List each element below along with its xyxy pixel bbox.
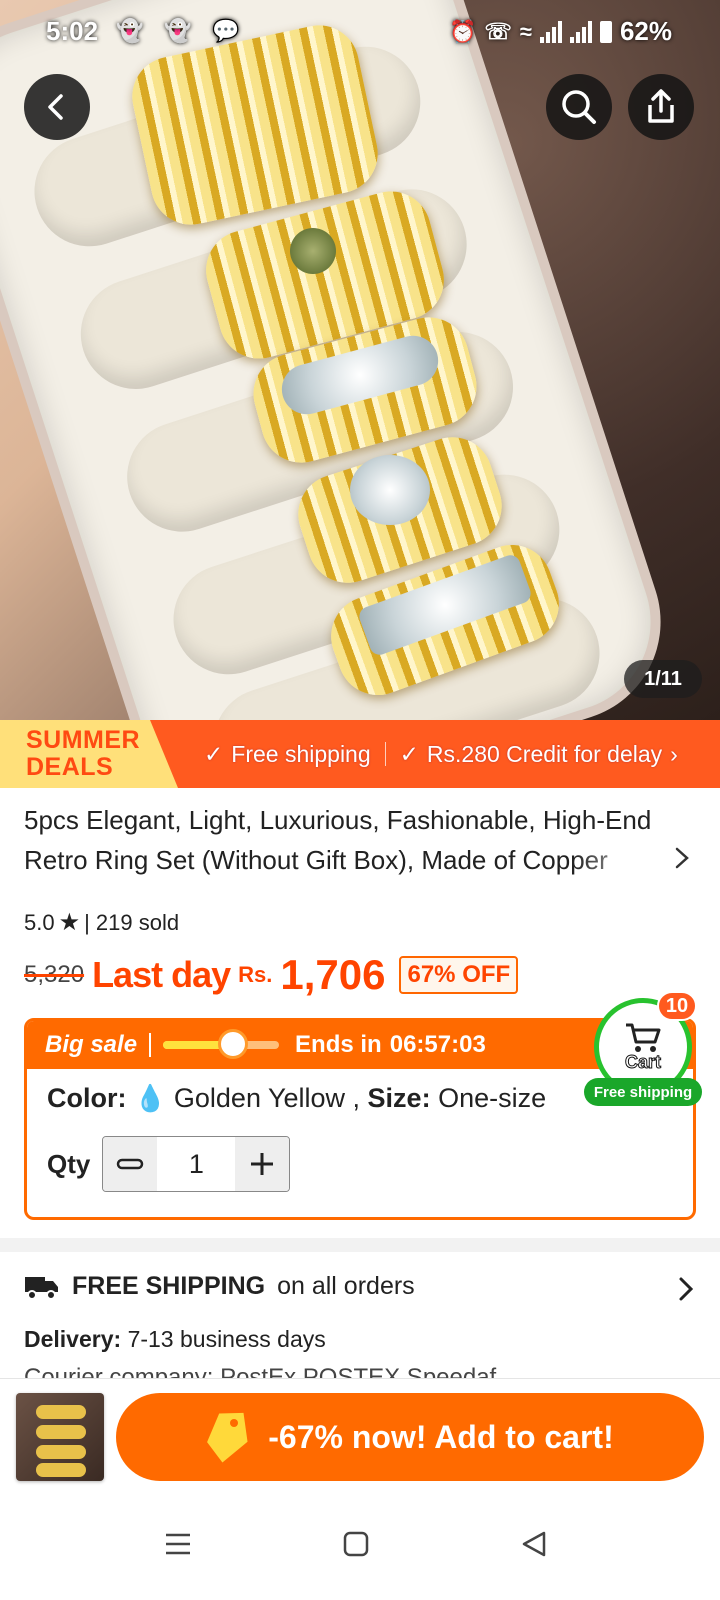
delivery-value: 7-13 business days: [127, 1326, 326, 1352]
increase-button[interactable]: [235, 1137, 290, 1191]
status-icons: ⏰ ☏ ≈ 62%: [449, 16, 672, 47]
promo-divider: [384, 742, 386, 766]
free-shipping-promo: ✓ Free shipping: [204, 741, 371, 768]
menu-icon[interactable]: [164, 1530, 192, 1558]
cart-label: Cart: [624, 1051, 661, 1072]
credit-text: Rs.280 Credit for delay: [426, 740, 663, 767]
plus-icon: [251, 1153, 274, 1175]
sale-progress-bar: [163, 1029, 280, 1059]
product-title[interactable]: 5pcs Elegant, Light, Luxurious, Fashiona…: [24, 800, 664, 880]
original-price: 5,320: [24, 961, 85, 988]
add-to-cart-label: -67% now! Add to cart!: [268, 1418, 614, 1455]
variant-row[interactable]: Color: 💧 Golden Yellow , Size: One-size: [47, 1083, 673, 1114]
truck-icon: [25, 1276, 58, 1300]
quantity-stepper[interactable]: 1: [102, 1136, 291, 1192]
currency: Rs.: [238, 962, 273, 987]
free-shipping-text: Free shipping: [231, 740, 371, 767]
ring-stone: [290, 228, 336, 274]
search-button[interactable]: [546, 74, 612, 140]
countdown: 06:57:03: [389, 1031, 486, 1058]
free-shipping-badge: Free shipping: [584, 1078, 702, 1106]
decrease-button[interactable]: [103, 1137, 158, 1191]
delivery-label: Delivery:: [24, 1326, 122, 1352]
chevron-right-icon[interactable]: [672, 846, 692, 870]
product-image[interactable]: [0, 0, 720, 720]
price-label: Last day: [92, 954, 231, 995]
bottom-action-bar: -67% now! Add to cart!: [0, 1378, 720, 1490]
title-line-2: Retro Ring Set (Without Gift Box), Made …: [24, 845, 608, 875]
check-icon: ✓: [399, 740, 419, 767]
rating-value: 5.0: [24, 909, 55, 935]
drop-icon: 💧: [134, 1083, 167, 1113]
share-button[interactable]: [628, 74, 694, 140]
battery-icon: [599, 20, 612, 43]
share-icon: [648, 89, 674, 123]
signal-icon-2: [569, 20, 592, 43]
color-label: Color:: [47, 1083, 127, 1113]
quantity-value[interactable]: 1: [157, 1137, 235, 1191]
status-time: 5:02: [46, 16, 99, 46]
free-shipping-subtitle: on all orders: [277, 1272, 415, 1300]
price-row: 5,320 Last day Rs. 1,706 67% OFF: [24, 950, 519, 1000]
quantity-row: Qty 1: [47, 1136, 673, 1192]
size-value: One-size: [438, 1083, 547, 1113]
ring-stone: [350, 455, 430, 525]
snapchat-icon: 👻: [116, 18, 144, 43]
courier-row: Courier company: PostEx POSTEX Speedaf: [24, 1364, 497, 1378]
rating-row: 5.0 ★ | 219 sold: [24, 908, 179, 937]
chevron-right-icon[interactable]: [676, 1276, 696, 1302]
wifi-icon: ≈: [519, 18, 532, 44]
cart-icon: [626, 1023, 661, 1052]
size-label: Size:: [367, 1083, 431, 1113]
wifi-call-icon: ☏: [484, 18, 512, 44]
big-sale-label: Big sale: [45, 1031, 138, 1058]
current-price: 1,706: [280, 951, 386, 998]
system-nav-bar: [0, 1490, 720, 1600]
discount-badge: 67% OFF: [399, 956, 519, 994]
back-nav-icon[interactable]: [520, 1530, 548, 1558]
price-tag-icon: [207, 1412, 248, 1463]
title-line-1: 5pcs Elegant, Light, Luxurious, Fashiona…: [24, 805, 652, 835]
chevron-right-icon: ›: [670, 740, 678, 767]
snapchat-icon: 👻: [164, 18, 192, 43]
promo-banner[interactable]: SUMMER DEALS ✓ Free shipping ✓ Rs.280 Cr…: [0, 720, 720, 788]
shipping-row[interactable]: FREE SHIPPING on all orders: [24, 1272, 415, 1301]
back-button[interactable]: [24, 74, 90, 140]
credit-promo: ✓ Rs.280 Credit for delay ›: [400, 741, 678, 768]
signal-icon: [539, 20, 562, 43]
chevron-left-icon: [48, 94, 63, 120]
delivery-row: Delivery: 7-13 business days: [24, 1326, 326, 1353]
image-counter: 1/11: [624, 660, 702, 698]
deals-line-2: DEALS: [26, 753, 114, 781]
color-value: Golden Yellow ,: [173, 1083, 361, 1113]
free-shipping-title: FREE SHIPPING: [72, 1272, 266, 1300]
check-icon: ✓: [204, 740, 224, 767]
section-divider: [0, 1238, 720, 1252]
sale-separator: [149, 1033, 152, 1057]
summer-deals-badge: SUMMER DEALS: [0, 720, 178, 788]
alarm-icon: ⏰: [448, 18, 477, 44]
sold-count: | 219 sold: [84, 909, 180, 935]
add-to-cart-button[interactable]: -67% now! Add to cart!: [116, 1393, 704, 1481]
search-icon: [562, 90, 596, 124]
clock-icon: [217, 1029, 248, 1059]
product-thumbnail[interactable]: [16, 1393, 104, 1481]
chat-icon: 💬: [212, 18, 240, 43]
ends-label: Ends in: [295, 1031, 382, 1058]
battery-percent: 62%: [619, 16, 672, 46]
deals-line-1: SUMMER: [26, 726, 141, 754]
cart-count-badge: 10: [657, 991, 697, 1021]
status-bar: 5:02 👻 👻 💬 ⏰ ☏ ≈ 62%: [0, 0, 720, 62]
star-icon: ★: [58, 909, 81, 936]
home-icon[interactable]: [342, 1530, 370, 1558]
title-fade: [574, 840, 664, 880]
minus-icon: [117, 1158, 144, 1170]
qty-label: Qty: [47, 1148, 91, 1179]
